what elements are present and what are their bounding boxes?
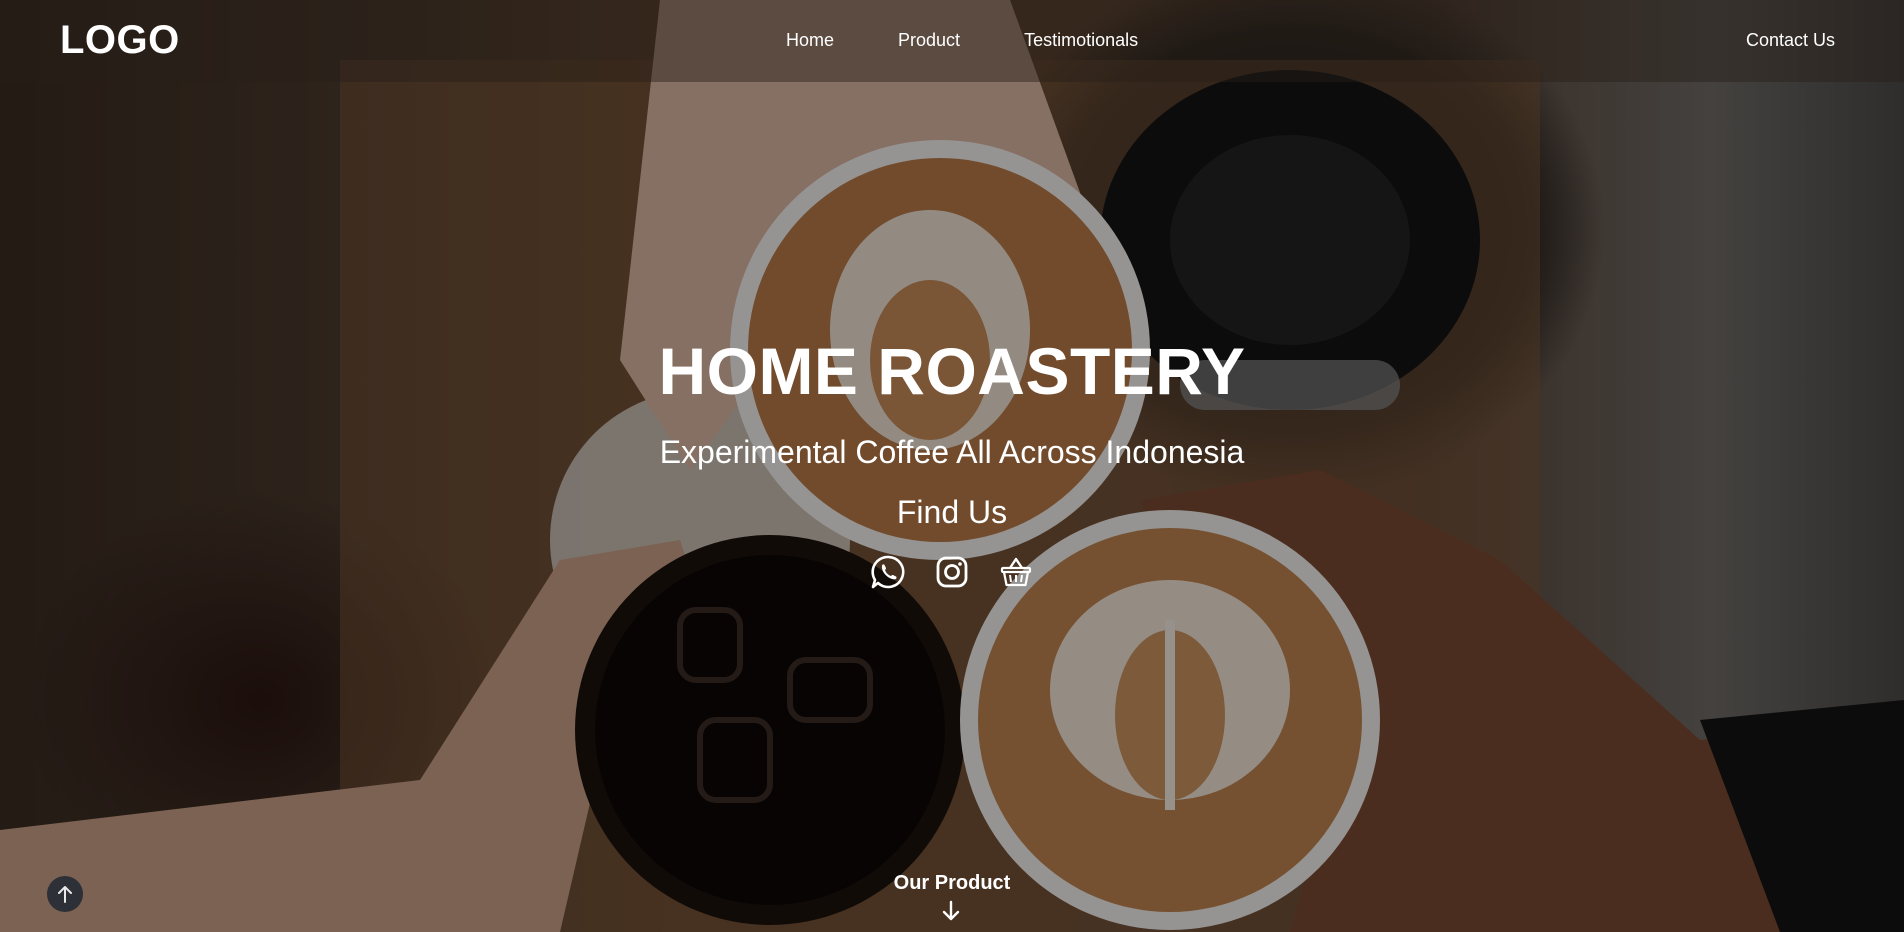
site-logo[interactable]: LOGO — [60, 18, 180, 63]
hero-section: LOGO Home Product Testimotionals Contact… — [0, 0, 1904, 932]
instagram-icon[interactable] — [934, 554, 970, 590]
nav-item-product[interactable]: Product — [898, 30, 960, 51]
hero-subtitle: Experimental Coffee All Across Indonesia — [659, 434, 1245, 470]
arrow-up-icon — [58, 886, 72, 903]
top-navbar: LOGO Home Product Testimotionals Contact… — [0, 0, 1904, 82]
whatsapp-icon[interactable] — [870, 554, 906, 590]
nav-item-testimonials[interactable]: Testimotionals — [1024, 30, 1138, 51]
nav-links: Home Product Testimotionals — [786, 30, 1138, 51]
scroll-to-top-button[interactable] — [47, 876, 83, 912]
nav-item-home[interactable]: Home — [786, 30, 834, 51]
find-us-heading: Find Us — [896, 494, 1008, 530]
basket-icon[interactable] — [998, 554, 1034, 590]
our-product-link[interactable]: Our Product — [0, 872, 1904, 895]
hero-title: HOME ROASTERY — [658, 334, 1246, 408]
nav-item-contact-us[interactable]: Contact Us — [1746, 30, 1835, 51]
social-links — [0, 554, 1904, 590]
hero-content: HOME ROASTERY Experimental Coffee All Ac… — [0, 330, 1904, 590]
arrow-down-icon[interactable] — [941, 900, 961, 922]
